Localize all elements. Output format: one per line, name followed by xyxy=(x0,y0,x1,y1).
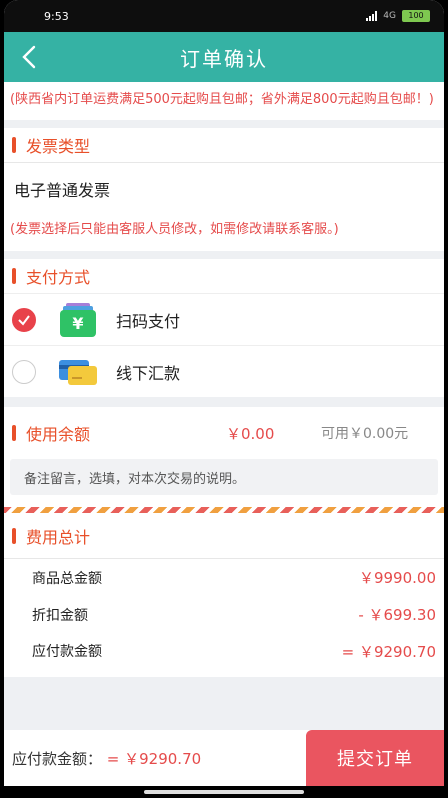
battery-icon: 100 xyxy=(402,10,430,22)
submit-order-button[interactable]: 提交订单 xyxy=(306,730,444,786)
total-row-goods: 商品总金额 ￥9990.00 xyxy=(4,559,444,596)
signal-icon xyxy=(366,11,378,21)
spacer xyxy=(4,677,444,703)
payable-label: 应付款金额： xyxy=(12,749,103,768)
svg-text:¥: ¥ xyxy=(72,314,83,333)
balance-label: 使用余额 xyxy=(26,425,91,444)
total-row-value: ￥9990.00 xyxy=(358,569,436,587)
home-indicator[interactable] xyxy=(4,786,444,798)
radio-checked-icon[interactable] xyxy=(12,307,36,332)
status-bar: 9:53 4G 100 xyxy=(4,0,444,32)
total-row-payable: 应付款金额 = ￥9290.70 xyxy=(4,633,444,677)
page-title: 订单确认 xyxy=(180,46,268,71)
total-row-label: 应付款金额 xyxy=(32,644,102,660)
phone-screen: 9:53 4G 100 订单确认 (陕西省内订单运费满足500元起购且包邮；省外… xyxy=(4,0,444,798)
network-label: 4G xyxy=(383,11,396,21)
payment-option-scan[interactable]: ¥ 扫码支付 xyxy=(4,293,444,345)
payable-summary: 应付款金额： = ￥9290.70 xyxy=(4,748,306,769)
total-row-value: = ￥9290.70 xyxy=(341,642,436,661)
remark-input[interactable]: 备注留言，选填，对本次交易的说明。 xyxy=(10,459,438,495)
totals-section-title: 费用总计 xyxy=(26,527,91,547)
payment-section-header: 支付方式 xyxy=(4,251,444,293)
radio-unchecked-icon[interactable] xyxy=(12,359,36,384)
section-marker xyxy=(12,425,16,441)
total-row-label: 折扣金额 xyxy=(32,607,88,624)
balance-available: 可用￥0.00元 xyxy=(321,426,409,442)
balance-used: ￥0.00 xyxy=(226,424,275,443)
remark-wrap: 备注留言，选填，对本次交易的说明。 xyxy=(4,459,444,507)
totals-section-header: 费用总计 xyxy=(4,513,444,559)
back-button[interactable] xyxy=(14,42,44,72)
balance-row[interactable]: 使用余额 ￥0.00 可用￥0.00元 xyxy=(4,407,444,459)
yuan-wallet-icon: ¥ xyxy=(58,302,98,338)
payment-option-label: 扫码支付 xyxy=(116,311,181,331)
shipping-notice: (陕西省内订单运费满足500元起购且包邮；省外满足800元起购且包邮！) xyxy=(4,82,444,120)
payment-methods: ¥ 扫码支付 线下汇款 xyxy=(4,293,444,397)
section-marker xyxy=(12,137,16,153)
status-time: 9:53 xyxy=(44,9,69,23)
section-marker xyxy=(12,268,16,284)
invoice-type[interactable]: 电子普通发票 xyxy=(4,162,444,208)
bank-card-icon xyxy=(58,354,98,390)
nav-bar: 订单确认 xyxy=(4,32,444,82)
payment-option-label: 线下汇款 xyxy=(116,363,181,383)
invoice-section-title: 发票类型 xyxy=(26,137,91,156)
total-row-value: - ￥699.30 xyxy=(358,606,436,624)
status-icons: 4G 100 xyxy=(366,10,430,22)
total-row-discount: 折扣金额 - ￥699.30 xyxy=(4,596,444,633)
payment-option-offline[interactable]: 线下汇款 xyxy=(4,345,444,397)
payable-amount: = ￥9290.70 xyxy=(106,749,202,768)
chevron-left-icon xyxy=(22,45,36,69)
total-row-label: 商品总金额 xyxy=(32,570,102,587)
section-marker xyxy=(12,527,16,544)
payment-section-title: 支付方式 xyxy=(26,268,91,287)
invoice-section-header: 发票类型 xyxy=(4,120,444,162)
checkout-bar: 应付款金额： = ￥9290.70 提交订单 xyxy=(4,730,444,786)
invoice-section: 电子普通发票 (发票选择后只能由客服人员修改，如需修改请联系客服。) xyxy=(4,162,444,251)
invoice-note: (发票选择后只能由客服人员修改，如需修改请联系客服。) xyxy=(10,222,339,237)
